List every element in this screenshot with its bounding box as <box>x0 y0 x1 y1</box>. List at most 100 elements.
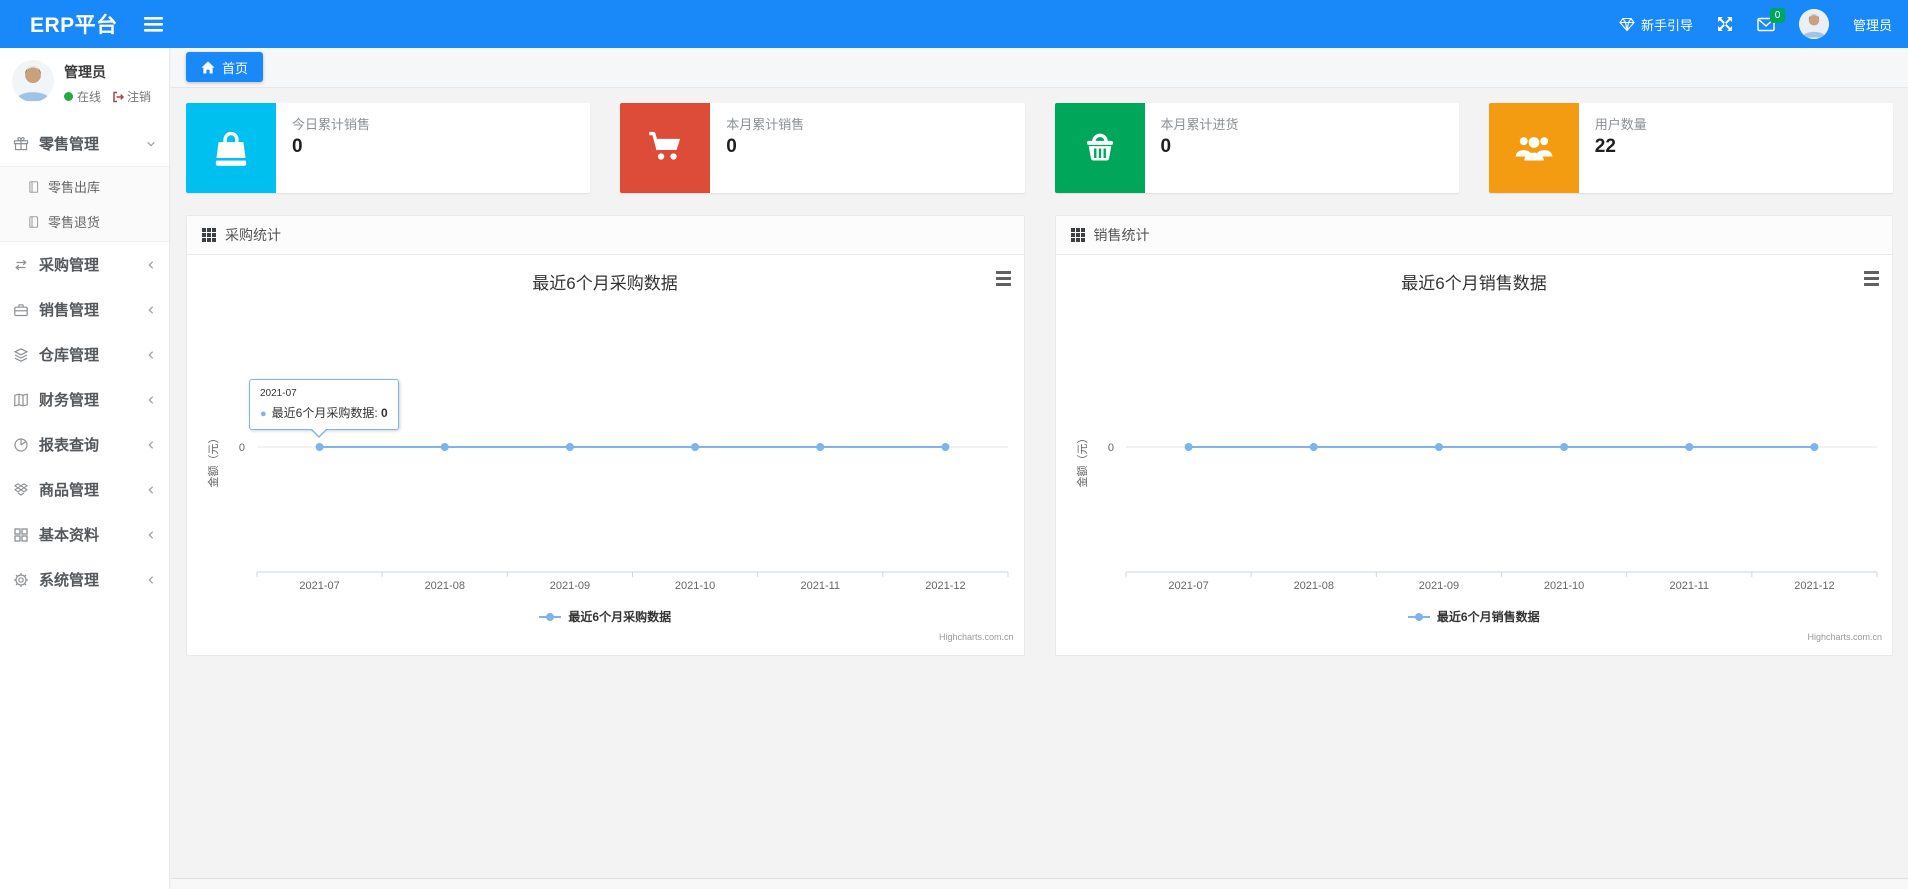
svg-text:2021-11: 2021-11 <box>800 580 840 592</box>
stat-value: 0 <box>726 136 737 157</box>
avatar-image <box>12 60 54 102</box>
tooltip-series-label: 最近6个月采购数据: <box>271 406 378 420</box>
sidebar-item-goods[interactable]: 商品管理 <box>0 467 169 512</box>
highcharts-credit-link[interactable]: Highcharts.com.cn <box>939 632 1014 642</box>
sidebar-item-warehouse[interactable]: 仓库管理 <box>0 332 169 377</box>
sidebar-subitem-label: 零售退货 <box>48 215 101 230</box>
online-status-dot <box>64 92 73 101</box>
svg-text:2021-12: 2021-12 <box>1794 580 1834 592</box>
sidebar-profile: 管理员 在线 注销 <box>0 48 169 117</box>
svg-text:最近6个月采购数据: 最近6个月采购数据 <box>532 274 677 293</box>
basket-icon <box>1086 133 1113 161</box>
sidebar-item-label: 财务管理 <box>39 392 100 409</box>
chart-tooltip: 2021-07 ● 最近6个月采购数据: 0 <box>249 379 399 438</box>
guide-label: 新手引导 <box>1640 17 1693 33</box>
svg-text:2021-08: 2021-08 <box>1293 580 1333 592</box>
exchange-icon <box>15 259 27 270</box>
journal-icon <box>29 215 39 228</box>
stat-card-user-count: 用户数量 22 <box>1488 103 1893 193</box>
chevron-down-icon <box>147 141 155 147</box>
tooltip-category: 2021-07 <box>260 388 297 399</box>
users-icon <box>1515 137 1553 161</box>
sidebar-menu: 零售管理 零售出库 零售退货 采购管理 销售管理 仓库管理 财务管理 报表查询 … <box>0 121 169 602</box>
avatar-image <box>1798 9 1829 39</box>
shopping-bag-icon <box>215 131 247 166</box>
online-status-label: 在线 <box>77 90 102 104</box>
svg-text:2021-09: 2021-09 <box>550 580 590 592</box>
cart-icon <box>649 131 681 160</box>
sidebar-item-label: 商品管理 <box>39 482 100 499</box>
fullscreen-button[interactable] <box>1717 16 1733 32</box>
dashboard-content: 今日累计销售 0 本月累计销售 0 本月累计进货 0 用户数量 22 采购统计 … <box>171 88 1908 878</box>
chevron-left-icon <box>148 260 154 269</box>
stat-label: 今日累计销售 <box>292 117 371 132</box>
gem-icon <box>1619 17 1635 31</box>
chevron-left-icon <box>148 395 154 404</box>
messages-button[interactable]: 0 <box>1757 7 1785 32</box>
tooltip-value: 0 <box>381 406 388 420</box>
sidebar-item-system[interactable]: 系统管理 <box>0 557 169 602</box>
svg-text:2021-10: 2021-10 <box>675 580 715 592</box>
stat-label: 本月累计销售 <box>726 117 805 132</box>
purchase-chart: 最近6个月采购数据 金额（元） 0 2021-07 2021-08 2021-09 2021… <box>187 255 1024 655</box>
chart-legend[interactable]: 最近6个月采购数据 <box>187 608 1024 625</box>
logout-button[interactable]: 注销 <box>112 88 151 105</box>
sidebar-item-purchase[interactable]: 采购管理 <box>0 242 169 287</box>
user-avatar[interactable] <box>1798 9 1829 39</box>
message-count-badge: 0 <box>1769 7 1785 23</box>
legend-label: 最近6个月销售数据 <box>1436 610 1540 624</box>
sidebar-item-basic-data[interactable]: 基本资料 <box>0 512 169 557</box>
purchase-stats-panel: 采购统计 最近6个月采购数据 金额（元） 0 2021-07 2021-08 2021-0… <box>186 215 1025 656</box>
profile-avatar[interactable] <box>12 60 54 102</box>
app-logo: ERP平台 <box>30 14 118 37</box>
sales-chart: 最近6个月销售数据 金额（元） 0 2021-07 2021-08 2021-09 2021… <box>1056 255 1893 655</box>
dropbox-icon <box>14 482 28 496</box>
svg-text:最近6个月销售数据: 最近6个月销售数据 <box>1401 274 1546 293</box>
top-navbar: ERP平台 新手引导 0 管理员 <box>0 0 1908 48</box>
logout-icon <box>113 91 125 102</box>
tab-home-label: 首页 <box>222 60 249 76</box>
sidebar-toggle-button[interactable] <box>143 16 163 32</box>
chart-context-menu-button[interactable] <box>1864 271 1879 289</box>
svg-text:2021-07: 2021-07 <box>1168 580 1208 592</box>
page-footer <box>171 878 1908 889</box>
sidebar-item-finance[interactable]: 财务管理 <box>0 377 169 422</box>
tab-home[interactable]: 首页 <box>186 52 264 82</box>
username-menu[interactable]: 管理员 <box>1853 15 1892 34</box>
journal-icon <box>29 180 39 193</box>
sidebar: 管理员 在线 注销 零售管理 零售出库 零售退货 采购管理 销售管理 仓库管理 … <box>0 48 170 889</box>
grid-icon <box>14 527 28 542</box>
sidebar-item-sales[interactable]: 销售管理 <box>0 287 169 332</box>
profile-name: 管理员 <box>64 64 106 80</box>
gear-icon <box>14 572 28 587</box>
panel-title: 销售统计 <box>1093 227 1150 243</box>
home-icon <box>201 61 215 73</box>
stat-label: 本月累计进货 <box>1160 117 1239 132</box>
chart-legend[interactable]: 最近6个月销售数据 <box>1056 608 1893 625</box>
chevron-left-icon <box>148 305 154 314</box>
stat-value: 22 <box>1594 136 1616 157</box>
svg-text:2021-09: 2021-09 <box>1418 580 1458 592</box>
th-grid-icon <box>202 228 216 242</box>
hamburger-icon <box>143 16 163 32</box>
highcharts-credit-link[interactable]: Highcharts.com.cn <box>1807 632 1882 642</box>
chart-context-menu-button[interactable] <box>995 271 1011 289</box>
book-icon <box>14 392 28 407</box>
sidebar-item-label: 零售管理 <box>39 136 100 153</box>
sidebar-item-label: 仓库管理 <box>39 347 100 364</box>
guide-button[interactable]: 新手引导 <box>1619 15 1693 34</box>
sidebar-item-label: 基本资料 <box>39 527 100 544</box>
sales-stats-panel: 销售统计 最近6个月销售数据 金额（元） 0 2021-07 2021-08 2021-0… <box>1054 215 1893 656</box>
sidebar-item-retail[interactable]: 零售管理 <box>0 121 169 166</box>
sidebar-item-retail-return[interactable]: 零售退货 <box>0 204 169 239</box>
layers-icon <box>13 347 29 362</box>
sidebar-item-label: 报表查询 <box>39 437 100 454</box>
stat-value: 0 <box>292 136 303 157</box>
gift-icon <box>13 136 29 150</box>
svg-text:2021-10: 2021-10 <box>1543 580 1583 592</box>
tab-bar: 首页 <box>171 48 1908 88</box>
sidebar-item-label: 采购管理 <box>39 257 100 274</box>
sidebar-item-retail-outbound[interactable]: 零售出库 <box>0 169 169 204</box>
sidebar-item-label: 系统管理 <box>39 572 100 589</box>
sidebar-item-reports[interactable]: 报表查询 <box>0 422 169 467</box>
